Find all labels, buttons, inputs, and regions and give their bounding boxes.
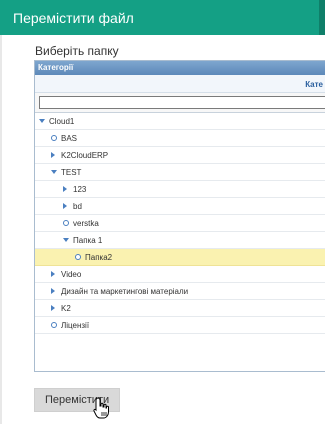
circle-leaf-icon: [51, 135, 57, 141]
tree-node-label: K2: [61, 304, 71, 313]
tree-node-icon: [39, 118, 46, 125]
filter-row: [35, 93, 325, 113]
dialog-left-border: [0, 35, 2, 424]
triangle-right-icon[interactable]: [51, 152, 55, 158]
triangle-right-icon[interactable]: [63, 203, 67, 209]
panel-header-title: Категорії: [38, 63, 74, 72]
tree-node-icon: [63, 186, 70, 193]
tree-node-label: Ліцензії: [61, 321, 90, 330]
folder-label: Виберіть папку: [35, 44, 119, 58]
tree-node-icon: [51, 169, 58, 176]
tree-node-label: Папка2: [85, 253, 113, 262]
tree-node-icon: [63, 220, 70, 227]
dialog-title-bar: Перемістити файл: [0, 0, 325, 35]
tree-node-icon: [51, 305, 58, 312]
tree-node-icon: [51, 288, 58, 295]
tree-row[interactable]: BAS: [35, 130, 325, 147]
tree-node-icon: [63, 203, 70, 210]
filter-input[interactable]: [39, 96, 325, 109]
move-file-dialog: Перемістити файл Виберіть папку Категорі…: [0, 0, 325, 424]
circle-leaf-icon: [75, 254, 81, 260]
tree-node-icon: [51, 322, 58, 329]
tree-row[interactable]: Папка 1: [35, 232, 325, 249]
tree-row[interactable]: Ліцензії: [35, 317, 325, 334]
tree-node-label: verstka: [73, 219, 99, 228]
tree-node-icon: [63, 237, 70, 244]
tree-row[interactable]: Папка2: [35, 249, 325, 266]
folder-tree: Cloud1 BAS K2CloudERP TEST 123 bd verstka Папка…: [35, 113, 325, 334]
column-header-label: Кате: [305, 80, 323, 89]
hand-pointer-icon: [93, 397, 109, 419]
circle-leaf-icon: [63, 220, 69, 226]
tree-node-label: Папка 1: [73, 236, 103, 245]
tree-row[interactable]: 123: [35, 181, 325, 198]
tree-row[interactable]: Cloud1: [35, 113, 325, 130]
tree-node-icon: [51, 135, 58, 142]
circle-leaf-icon: [51, 322, 57, 328]
triangle-right-icon[interactable]: [51, 305, 55, 311]
category-tree-panel: Категорії Кате Cloud1 BAS K2CloudERP TEST 12…: [34, 60, 325, 372]
tree-row[interactable]: K2CloudERP: [35, 147, 325, 164]
tree-node-label: Cloud1: [49, 117, 75, 126]
tree-node-label: K2CloudERP: [61, 151, 109, 160]
triangle-right-icon[interactable]: [51, 271, 55, 277]
tree-node-label: 123: [73, 185, 87, 194]
tree-node-label: TEST: [61, 168, 82, 177]
title-bar-edge: [319, 0, 325, 35]
triangle-down-icon[interactable]: [51, 170, 57, 174]
tree-node-label: bd: [73, 202, 82, 211]
tree-node-label: BAS: [61, 134, 78, 143]
dialog-title: Перемістити файл: [13, 10, 134, 26]
triangle-right-icon[interactable]: [63, 186, 67, 192]
tree-row[interactable]: TEST: [35, 164, 325, 181]
tree-row[interactable]: Дизайн та маркетингові матеріали: [35, 283, 325, 300]
tree-node-label: Дизайн та маркетингові матеріали: [61, 287, 189, 296]
column-header[interactable]: Кате: [35, 75, 325, 93]
tree-row[interactable]: bd: [35, 198, 325, 215]
tree-row[interactable]: K2: [35, 300, 325, 317]
triangle-right-icon[interactable]: [51, 288, 55, 294]
triangle-down-icon[interactable]: [39, 119, 45, 123]
tree-node-icon: [51, 152, 58, 159]
tree-node-icon: [75, 254, 82, 261]
tree-node-icon: [51, 271, 58, 278]
tree-row[interactable]: verstka: [35, 215, 325, 232]
tree-row[interactable]: Video: [35, 266, 325, 283]
tree-node-label: Video: [61, 270, 82, 279]
triangle-down-icon[interactable]: [63, 238, 69, 242]
panel-header: Категорії: [35, 61, 325, 75]
